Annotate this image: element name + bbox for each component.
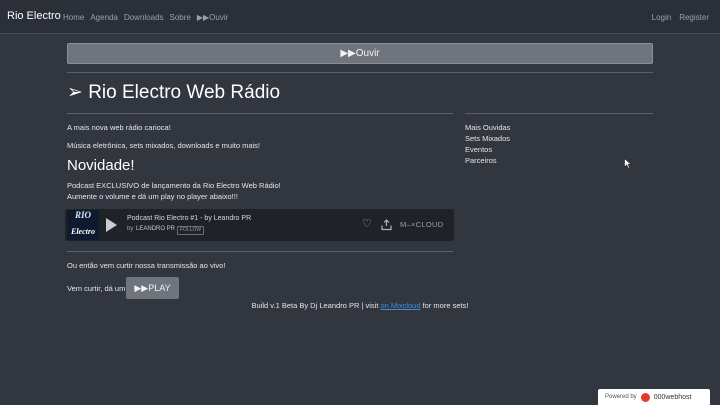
nav-agenda[interactable]: Agenda [90,13,118,22]
sidebar-item-eventos[interactable]: Eventos [465,145,492,154]
news-text: Podcast EXCLUSIVO de lançamento da Rio E… [67,181,281,190]
nav-home[interactable]: Home [63,13,84,22]
navbar: Rio Electro Home Agenda Downloads Sobre … [0,0,720,34]
hosting-badge[interactable]: Powered by 000webhost [598,389,710,405]
news-text: Aumente o volume e dá um play no player … [67,192,238,201]
sidebar-item-parceiros[interactable]: Parceiros [465,156,497,165]
live-text: Ou então vem curtir nossa transmissão ao… [67,261,226,270]
divider [67,251,453,252]
play-button[interactable]: ▶▶PLAY [126,277,179,299]
cover-text: Electro [71,227,95,236]
webhost-logo-icon [640,392,650,402]
mixcloud-link[interactable]: on Mixcloud [380,301,420,310]
heart-icon[interactable]: ♡ [362,219,372,230]
nav-downloads[interactable]: Downloads [124,13,164,22]
divider [67,113,453,114]
sidebar-item-sets-mixados[interactable]: Sets Mixados [465,134,510,143]
host-name: 000webhost [653,393,692,401]
register-link[interactable]: Register [679,13,709,22]
footer: Build v.1 Beta By Dj Leandro PR | visit … [0,301,720,310]
footer-prefix: Build v.1 Beta By Dj Leandro PR | visit [251,301,381,310]
nav-links: Home Agenda Downloads Sobre ▶▶Ouvir [63,13,228,22]
sidebar-item-mais-ouvidas[interactable]: Mais Ouvidas [465,123,510,132]
track-title[interactable]: Podcast Rio Electro #1 - by Leandro PR [127,215,251,222]
play-prompt: Vem curtir, dá um [67,284,126,293]
footer-suffix: for more sets! [420,301,469,310]
cover-art: RIO Electro [67,210,99,240]
track-by-label: by [127,226,134,232]
news-heading: Novidade! [67,157,135,174]
cover-text: RIO [74,210,91,220]
divider [465,113,653,114]
play-icon[interactable] [106,218,117,232]
nav-sobre[interactable]: Sobre [170,13,191,22]
login-link[interactable]: Login [652,13,672,22]
intro-text: A mais nova web rádio carioca! [67,123,171,132]
nav-ouvir[interactable]: ▶▶Ouvir [197,13,228,22]
mixcloud-player: RIO Electro Podcast Rio Electro #1 - by … [65,209,454,241]
brand-link[interactable]: Rio Electro [7,10,61,22]
mixcloud-logo[interactable]: M–×CLOUD [400,220,443,229]
track-artist[interactable]: LEANDRO PR [136,226,175,232]
share-icon[interactable] [381,219,392,231]
listen-button[interactable]: ▶▶Ouvir [67,43,653,64]
intro-text: Música eletrônica, sets mixados, downloa… [67,141,261,150]
page-title: ➢ Rio Electro Web Rádio [67,82,281,103]
powered-by-label: Powered by [605,394,637,400]
mouse-cursor-icon [624,158,632,169]
nav-auth-links: Login Register [652,13,709,22]
follow-button[interactable]: FOLLOW [177,226,205,235]
divider [67,72,653,73]
